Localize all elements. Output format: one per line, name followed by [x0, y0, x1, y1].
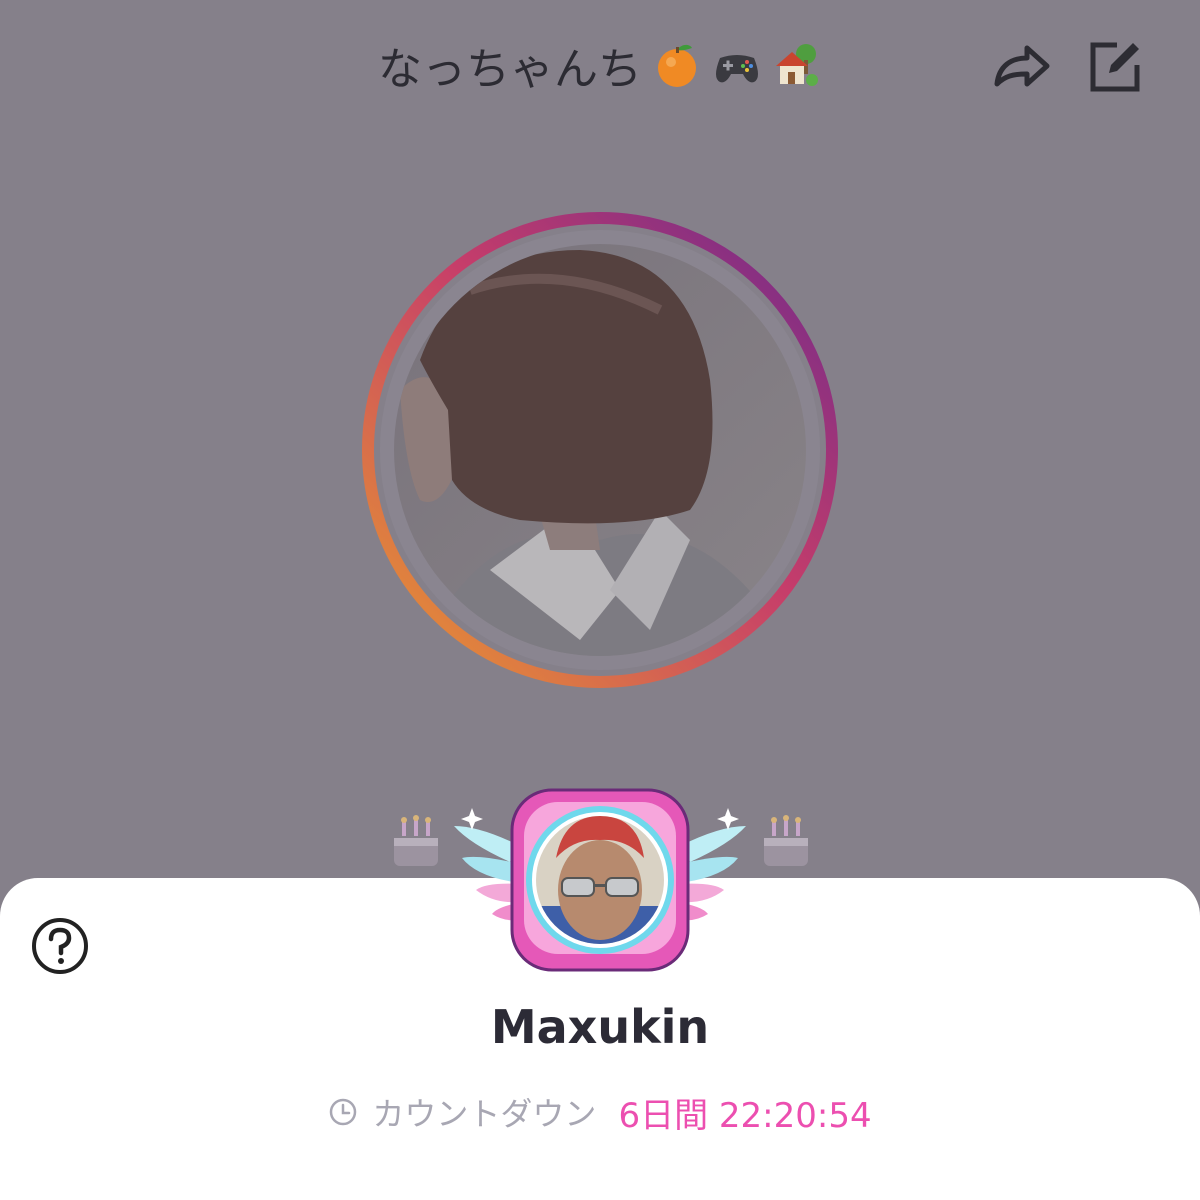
share-arrow-icon: [994, 45, 1050, 87]
user-name: Maxukin: [490, 1000, 710, 1054]
edit-button[interactable]: [1084, 36, 1146, 98]
house-emoji-icon: [776, 44, 818, 86]
clock-icon: [330, 1098, 357, 1126]
title-text: なっちゃんち: [378, 44, 642, 95]
edit-compose-icon: [1090, 42, 1140, 92]
countdown-row: カウントダウン 6日間 22:20:54: [0, 1088, 1200, 1136]
profile-avatar[interactable]: [360, 210, 840, 690]
game-controller-emoji-icon: [716, 55, 758, 83]
orange-emoji-icon: [658, 44, 696, 87]
winged-frame-badge: [450, 786, 750, 986]
birthday-cake-icon: [764, 815, 808, 866]
birthday-cake-icon: [394, 815, 438, 866]
badge-avatar: [454, 788, 746, 972]
countdown-label: カウントダウン: [372, 1095, 597, 1133]
share-button[interactable]: [990, 36, 1052, 98]
countdown-value: 6日間 22:20:54: [618, 1095, 872, 1136]
help-button[interactable]: [30, 916, 90, 976]
question-circle-icon: [32, 918, 88, 974]
avatar-ring-photo: [362, 212, 838, 688]
